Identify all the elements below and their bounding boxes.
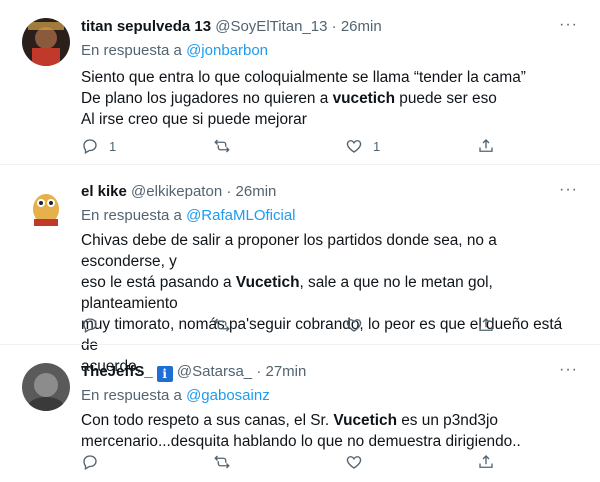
reply-prefix: En respuesta a (81, 42, 182, 59)
reply-count: 1 (109, 138, 117, 154)
timestamp[interactable]: 26min (341, 18, 382, 35)
separator: · (226, 183, 232, 200)
like-icon (346, 319, 362, 332)
reply-context: En respuesta a @RafaMLOficial (81, 206, 296, 226)
info-badge-icon: i (156, 366, 173, 382)
retweet-button[interactable] (213, 452, 241, 472)
share-button[interactable] (477, 452, 495, 472)
like-button[interactable] (345, 452, 373, 472)
more-horizontal-icon[interactable]: ··· (559, 181, 578, 199)
reply-context: En respuesta a @jonbarbon (81, 41, 268, 61)
tweet[interactable]: titan sepulveda 13 @SoyElTitan_13 · 26mi… (0, 0, 600, 164)
reply-mention[interactable]: @RafaMLOficial (186, 207, 295, 224)
more-horizontal-icon[interactable]: ··· (559, 361, 578, 379)
reply-mention[interactable]: @gabosainz (186, 387, 270, 404)
tweet-actions (81, 452, 501, 472)
author-handle[interactable]: @Satarsa_ (177, 363, 252, 380)
like-icon (346, 140, 362, 153)
author-name[interactable]: titan sepulveda 13 (81, 18, 211, 35)
reply-icon (83, 139, 97, 154)
tweet-line: eso le está pasando a Vucetich, sale a q… (81, 274, 493, 312)
share-icon (479, 318, 493, 331)
author-handle[interactable]: @SoyElTitan_13 (215, 18, 327, 35)
tweet-line: Al irse creo que si puede mejorar (81, 111, 307, 128)
like-count: 1 (373, 138, 381, 154)
retweet-icon (214, 139, 230, 153)
reply-prefix: En respuesta a (81, 207, 182, 224)
separator: · (256, 363, 262, 380)
author-name[interactable]: TheJeffS_ (81, 363, 153, 380)
reply-prefix: En respuesta a (81, 387, 182, 404)
author-handle[interactable]: @elkikepaton (131, 183, 222, 200)
share-icon (479, 455, 493, 468)
tweet-line: De plano los jugadores no quieren a vuce… (81, 90, 497, 107)
tweet-line: Chivas debe de salir a proponer los part… (81, 232, 497, 270)
tweet-line: mercenario...desquita hablando lo que no… (81, 433, 521, 450)
avatar[interactable] (22, 18, 70, 66)
share-icon (479, 139, 493, 152)
tweet-text: Con todo respeto a sus canas, el Sr. Vuc… (81, 410, 581, 452)
reply-mention[interactable]: @jonbarbon (186, 42, 268, 59)
tweet-actions (81, 315, 501, 335)
tweet[interactable]: el kike @elkikepaton · 26min ··· En resp… (0, 165, 600, 375)
more-horizontal-icon[interactable]: ··· (559, 16, 578, 34)
tweet-actions: 1 1 (81, 136, 501, 156)
author-name[interactable]: el kike (81, 183, 127, 200)
avatar[interactable] (22, 183, 70, 231)
avatar[interactable] (22, 363, 70, 411)
share-button[interactable] (477, 136, 495, 156)
like-icon (346, 456, 362, 469)
retweet-icon (214, 455, 230, 469)
reply-button[interactable] (81, 452, 109, 472)
tweet[interactable]: TheJeffS_ i @Satarsa_ · 27min ··· En resp… (0, 345, 600, 482)
tweet-text: Siento que entra lo que coloquialmente s… (81, 67, 581, 130)
retweet-button[interactable] (213, 315, 241, 335)
like-button[interactable] (345, 315, 373, 335)
separator: · (331, 18, 337, 35)
reply-button[interactable] (81, 315, 109, 335)
share-button[interactable] (477, 315, 495, 335)
tweet-line: Con todo respeto a sus canas, el Sr. Vuc… (81, 412, 498, 429)
reply-context: En respuesta a @gabosainz (81, 386, 270, 406)
retweet-button[interactable] (213, 136, 241, 156)
tweet-line: Siento que entra lo que coloquialmente s… (81, 69, 526, 86)
like-button[interactable]: 1 (345, 136, 380, 156)
retweet-icon (214, 318, 230, 332)
reply-icon (83, 318, 97, 333)
timestamp[interactable]: 27min (265, 363, 306, 380)
reply-icon (83, 455, 97, 470)
reply-button[interactable]: 1 (81, 136, 116, 156)
timestamp[interactable]: 26min (236, 183, 277, 200)
